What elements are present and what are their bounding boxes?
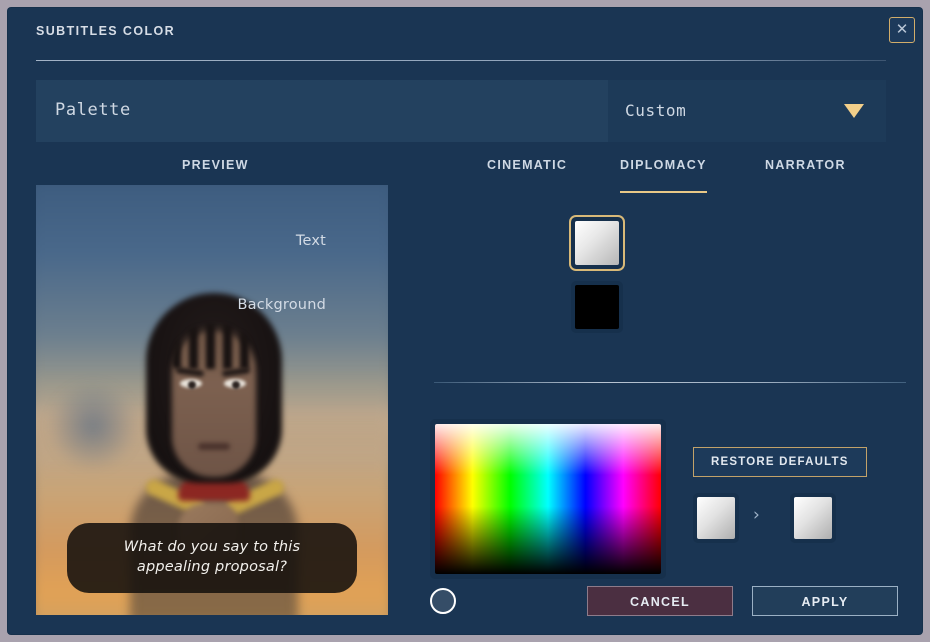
close-icon: ✕ [895,21,909,38]
color-source-selector: Palette Custom [36,80,886,142]
close-button[interactable]: ✕ [889,17,915,43]
subtitle-bubble: What do you say to this appealing propos… [67,523,357,593]
background-color-fill [575,285,619,329]
text-color-label: Text [295,233,326,249]
tab-preview-label: PREVIEW [182,158,249,172]
new-color-fill [794,497,832,539]
title-divider [36,60,886,61]
previous-color-swatch[interactable] [693,493,739,543]
dialog-title: SUBTITLES COLOR [36,24,176,38]
chevron-down-icon [844,104,864,118]
subtitle-preview-pane: What do you say to this appealing propos… [36,185,388,615]
custom-dropdown[interactable]: Custom [608,80,886,142]
new-color-swatch[interactable] [790,493,836,543]
background-color-label: Background [237,297,326,313]
subtitle-line-1: What do you say to this [123,539,301,555]
background-color-swatch[interactable] [571,281,623,333]
subtitle-text: What do you say to this appealing propos… [85,537,339,577]
dialog-titlebar: SUBTITLES COLOR ✕ [8,8,922,62]
cancel-button[interactable]: CANCEL [587,586,733,616]
apply-button[interactable]: APPLY [752,586,898,616]
text-color-fill [575,221,619,265]
dialog-footer: CANCEL APPLY [8,586,922,626]
custom-dropdown-value: Custom [625,101,687,120]
portrait-pupil-right [232,381,240,389]
palette-label: Palette [55,100,131,120]
previous-color-fill [697,497,735,539]
tab-diplomacy-label: DIPLOMACY [620,158,707,172]
subtitle-line-2: appealing proposal? [136,559,288,575]
chevron-right-icon: › [753,505,760,525]
section-divider [434,382,906,383]
tab-cinematic-label: CINEMATIC [487,158,568,172]
restore-defaults-button[interactable]: RESTORE DEFAULTS [693,447,867,477]
portrait-pupil-left [188,381,196,389]
color-picker[interactable] [430,419,666,579]
text-color-swatch[interactable] [571,217,623,269]
color-picker-gradient[interactable] [435,424,661,574]
subtitles-color-dialog: SUBTITLES COLOR ✕ Palette Custom PREVIEW… [8,8,922,634]
color-settings-panel: Text Background RESTORE DEFAULTS › [237,185,908,615]
portrait-mouth [198,443,230,450]
tab-narrator-label: NARRATOR [765,158,846,172]
palette-section[interactable]: Palette [36,80,608,142]
